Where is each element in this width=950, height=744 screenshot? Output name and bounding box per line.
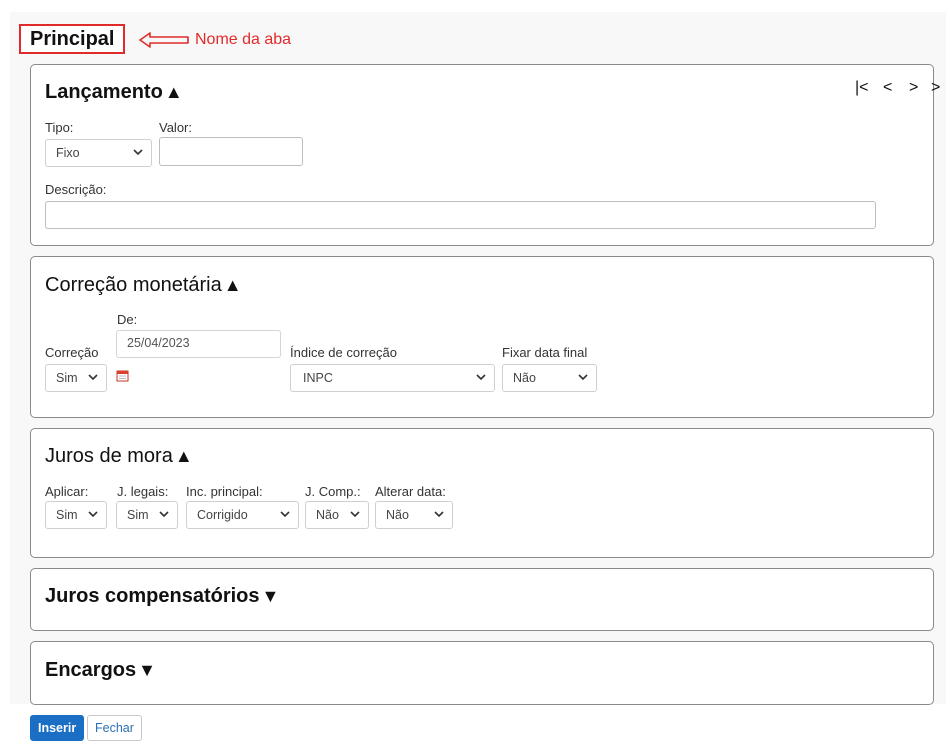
jcomp-select[interactable]: Não <box>305 501 369 529</box>
tipo-label: Tipo: <box>45 120 74 135</box>
annotation-label: Nome da aba <box>195 31 292 48</box>
panel-title-text: Correção monetária <box>45 274 222 296</box>
valor-input[interactable] <box>159 137 303 166</box>
panel-juros-de-mora: Juros de mora ▲ Aplicar: Sim J. legais: S… <box>30 428 934 558</box>
panel-encargos: Encargos ▼ <box>30 641 934 705</box>
chevron-down-icon <box>159 511 169 518</box>
panel-title-text: Juros compensatórios <box>45 585 260 607</box>
last-record-icon[interactable]: > <box>931 79 940 97</box>
incprincipal-select[interactable]: Corrigido <box>186 501 299 529</box>
correcao-label: Correção <box>45 345 99 360</box>
tipo-value: Fixo <box>56 146 80 160</box>
jcomp-value: Não <box>316 508 339 522</box>
caret-down-icon: ▼ <box>261 586 280 606</box>
chevron-down-icon <box>578 374 588 381</box>
de-label: De: <box>117 312 138 327</box>
tab-label: Principal <box>30 28 115 50</box>
aplicar-select[interactable]: Sim <box>45 501 107 529</box>
fechar-button[interactable]: Fechar <box>87 715 142 741</box>
chevron-down-icon <box>434 511 444 518</box>
chevron-down-icon <box>133 149 143 156</box>
aplicar-label: Aplicar: <box>45 484 89 499</box>
fixar-value: Não <box>513 371 536 385</box>
tab-principal[interactable]: Principal <box>19 24 126 54</box>
incprincipal-value: Corrigido <box>197 508 248 522</box>
chevron-down-icon <box>350 511 360 518</box>
caret-up-icon: ▲ <box>164 82 183 102</box>
next-record-icon[interactable]: > <box>909 79 918 97</box>
caret-up-icon: ▲ <box>174 446 193 466</box>
record-navigation: |< < > > <box>851 79 947 103</box>
fixar-label: Fixar data final <box>502 345 588 360</box>
incprincipal-label: Inc. principal: <box>186 484 263 499</box>
aplicar-value: Sim <box>56 508 78 522</box>
indice-value: INPC <box>303 371 333 385</box>
panel-title-text: Lançamento <box>45 81 163 103</box>
panel-lancamento: Lançamento ▲ |< < > > Tipo: Fixo Valor: D… <box>30 64 940 246</box>
indice-select[interactable]: INPC <box>290 364 495 392</box>
alterar-select[interactable]: Não <box>375 501 453 529</box>
chevron-down-icon <box>476 374 486 381</box>
jlegais-select[interactable]: Sim <box>116 501 178 529</box>
fixar-select[interactable]: Não <box>502 364 597 392</box>
panel-title-correcao[interactable]: Correção monetária ▲ <box>45 274 242 297</box>
jcomp-label: J. Comp.: <box>305 484 361 499</box>
alterar-value: Não <box>386 508 409 522</box>
panel-title-encargos[interactable]: Encargos ▼ <box>45 659 156 682</box>
chevron-down-icon <box>88 511 98 518</box>
jlegais-value: Sim <box>127 508 149 522</box>
inserir-button[interactable]: Inserir <box>30 715 85 741</box>
panel-title-text: Encargos <box>45 659 137 681</box>
panel-title-juros-compensatorios[interactable]: Juros compensatórios ▼ <box>45 585 279 608</box>
panel-correcao-monetaria: Correção monetária ▲ De: 25/04/2023 Corre… <box>30 256 934 418</box>
valor-label: Valor: <box>159 120 192 135</box>
correcao-value: Sim <box>56 371 78 385</box>
panel-title-lancamento[interactable]: Lançamento ▲ <box>45 81 183 104</box>
tipo-select[interactable]: Fixo <box>45 139 152 167</box>
first-record-icon[interactable]: |< <box>855 79 869 97</box>
caret-down-icon: ▼ <box>138 660 156 680</box>
prev-record-icon[interactable]: < <box>883 79 892 97</box>
panel-juros-compensatorios: Juros compensatórios ▼ <box>30 568 934 631</box>
panel-title-text: Juros de mora <box>45 445 173 467</box>
descricao-label: Descrição: <box>45 182 107 197</box>
de-date-input[interactable]: 25/04/2023 <box>116 330 281 358</box>
correcao-select[interactable]: Sim <box>45 364 107 392</box>
panel-title-juros-mora[interactable]: Juros de mora ▲ <box>45 445 193 468</box>
annotation-arrow-icon <box>139 32 189 48</box>
calendar-icon[interactable] <box>116 369 129 382</box>
chevron-down-icon <box>88 374 98 381</box>
descricao-input[interactable] <box>45 201 876 229</box>
indice-label: Índice de correção <box>290 345 397 360</box>
alterar-label: Alterar data: <box>375 484 446 499</box>
chevron-down-icon <box>280 511 290 518</box>
caret-up-icon: ▲ <box>223 275 242 295</box>
jlegais-label: J. legais: <box>117 484 169 499</box>
